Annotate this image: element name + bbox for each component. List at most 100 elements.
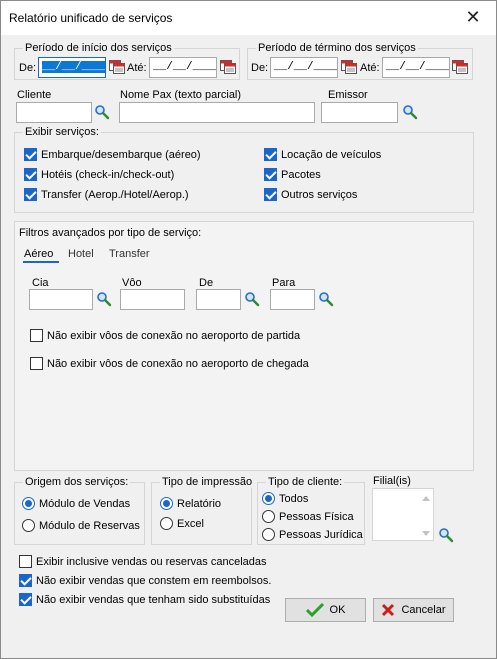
radio-dot[interactable] xyxy=(22,519,35,532)
checkbox-box[interactable] xyxy=(264,168,277,181)
de-label: De xyxy=(199,277,214,289)
radio-dot[interactable] xyxy=(262,492,275,505)
calendar-icon[interactable] xyxy=(220,60,236,74)
nome-pax-input[interactable] xyxy=(119,102,315,123)
radio-label: Módulo de Reservas xyxy=(39,519,140,532)
checkbox-hoteis[interactable]: Hotéis (check-in/check-out) xyxy=(24,168,174,181)
periodo-termino-de-input[interactable]: __/__/____ xyxy=(270,57,338,78)
search-icon[interactable] xyxy=(94,104,110,120)
cliente-label: Cliente xyxy=(17,89,52,101)
cliente-input[interactable] xyxy=(16,102,92,123)
voo-input[interactable] xyxy=(120,289,185,310)
filtros-label: Filtros avançados por tipo de serviço: xyxy=(19,227,202,239)
calendar-icon[interactable] xyxy=(109,60,125,74)
radio-label: Relatório xyxy=(177,497,222,510)
voo-label: Vôo xyxy=(122,277,142,289)
periodo-inicio-ate-input[interactable]: __/__/____ xyxy=(149,57,217,78)
radio-dot[interactable] xyxy=(262,510,275,523)
scroll-up-icon[interactable] xyxy=(422,496,430,501)
radio-excel[interactable]: Excel xyxy=(160,517,204,530)
calendar-icon[interactable] xyxy=(452,60,468,74)
checkbox-reembolsos[interactable]: Não exibir vendas que constem em reembol… xyxy=(19,574,271,587)
impressao-group: Tipo de impressão xyxy=(151,476,255,545)
tab-transfer[interactable]: Transfer xyxy=(109,248,150,260)
radio-dot[interactable] xyxy=(160,517,173,530)
checkbox-box[interactable] xyxy=(30,329,43,342)
checkbox-canceladas[interactable]: Exibir inclusive vendas ou reservas canc… xyxy=(19,555,267,568)
cia-input[interactable] xyxy=(29,289,93,310)
search-icon[interactable] xyxy=(244,291,260,307)
radio-pessoa-juridica[interactable]: Pessoas Jurídica xyxy=(262,528,363,541)
checkbox-label: Locação de veículos xyxy=(281,148,382,161)
filial-listbox[interactable] xyxy=(372,488,434,541)
checkbox-label: Não exibir vendas que tenham sido substi… xyxy=(36,593,271,606)
active-tab-indicator xyxy=(23,261,59,263)
periodo-inicio-de-label: De: xyxy=(19,62,37,74)
checkbox-box[interactable] xyxy=(264,188,277,201)
radio-label: Todos xyxy=(279,492,309,505)
search-icon[interactable] xyxy=(318,291,334,307)
filial-label: Filial(is) xyxy=(373,475,411,487)
ok-label: OK xyxy=(329,604,346,616)
checkbox-box[interactable] xyxy=(30,357,43,370)
periodo-termino-ate-input[interactable]: __/__/____ xyxy=(382,57,450,78)
checkbox-label: Pacotes xyxy=(281,168,321,181)
origem-group: Origem dos serviços: xyxy=(14,476,145,545)
periodo-inicio-ate-label: Até: xyxy=(127,62,147,74)
radio-modulo-reservas[interactable]: Módulo de Reservas xyxy=(22,519,140,532)
checkbox-box[interactable] xyxy=(24,148,37,161)
report-dialog: Relatório unificado de serviços ✕ Períod… xyxy=(0,0,497,659)
para-label: Para xyxy=(272,277,296,289)
checkbox-box[interactable] xyxy=(19,574,32,587)
checkbox-label: Não exibir vendas que constem em reembol… xyxy=(36,574,272,587)
radio-pessoa-fisica[interactable]: Pessoas Física xyxy=(262,510,354,523)
tab-aereo[interactable]: Aéreo xyxy=(24,248,53,260)
checkbox-substituidas[interactable]: Não exibir vendas que tenham sido substi… xyxy=(19,593,270,606)
radio-relatorio[interactable]: Relatório xyxy=(160,497,221,510)
periodo-inicio-de-input[interactable]: __/__/____ xyxy=(38,57,106,78)
para-aeroporto-input[interactable] xyxy=(270,289,315,310)
search-icon[interactable] xyxy=(438,527,454,543)
tab-hotel[interactable]: Hotel xyxy=(68,248,94,260)
checkbox-label: Outros serviços xyxy=(281,188,358,201)
search-icon[interactable] xyxy=(402,104,418,120)
title-bar: Relatório unificado de serviços ✕ xyxy=(1,1,496,35)
checkbox-box[interactable] xyxy=(19,555,32,568)
checkbox-label: Embarque/desembarque (aéreo) xyxy=(41,148,201,161)
ok-button[interactable]: OK xyxy=(285,598,366,622)
checkmark-icon xyxy=(305,603,324,617)
checkbox-box[interactable] xyxy=(19,593,32,606)
periodo-termino-ate-label: Até: xyxy=(360,62,380,74)
window-title: Relatório unificado de serviços xyxy=(9,11,173,25)
cancel-button[interactable]: Cancelar xyxy=(373,598,454,622)
checkbox-conexao-chegada[interactable]: Não exibir vôos de conexão no aeroporto … xyxy=(30,357,309,370)
checkbox-pacotes[interactable]: Pacotes xyxy=(264,168,321,181)
tipo-cliente-label: Tipo de cliente: xyxy=(266,476,345,488)
close-icon[interactable]: ✕ xyxy=(458,5,488,31)
checkbox-box[interactable] xyxy=(264,148,277,161)
origem-label: Origem dos serviços: xyxy=(23,476,131,488)
radio-dot[interactable] xyxy=(262,528,275,541)
de-aeroporto-input[interactable] xyxy=(196,289,241,310)
periodo-inicio-label: Período de início dos serviços xyxy=(23,42,174,54)
cancel-label: Cancelar xyxy=(401,604,446,616)
checkbox-locacao[interactable]: Locação de veículos xyxy=(264,148,381,161)
scroll-down-icon[interactable] xyxy=(422,531,430,536)
emissor-input[interactable] xyxy=(321,102,398,123)
impressao-label: Tipo de impressão xyxy=(160,476,255,488)
radio-label: Módulo de Vendas xyxy=(39,497,131,510)
radio-dot[interactable] xyxy=(160,497,173,510)
radio-todos[interactable]: Todos xyxy=(262,492,308,505)
periodo-termino-label: Período de término dos serviços xyxy=(256,42,418,54)
checkbox-conexao-partida[interactable]: Não exibir vôos de conexão no aeroporto … xyxy=(30,329,300,342)
checkbox-box[interactable] xyxy=(24,168,37,181)
radio-dot[interactable] xyxy=(22,497,35,510)
cia-label: Cia xyxy=(32,277,49,289)
checkbox-embarque[interactable]: Embarque/desembarque (aéreo) xyxy=(24,148,201,161)
radio-modulo-vendas[interactable]: Módulo de Vendas xyxy=(22,497,130,510)
search-icon[interactable] xyxy=(96,291,112,307)
checkbox-box[interactable] xyxy=(24,188,37,201)
checkbox-transfer[interactable]: Transfer (Aerop./Hotel/Aerop.) xyxy=(24,188,189,201)
checkbox-outros[interactable]: Outros serviços xyxy=(264,188,357,201)
calendar-icon[interactable] xyxy=(341,60,357,74)
